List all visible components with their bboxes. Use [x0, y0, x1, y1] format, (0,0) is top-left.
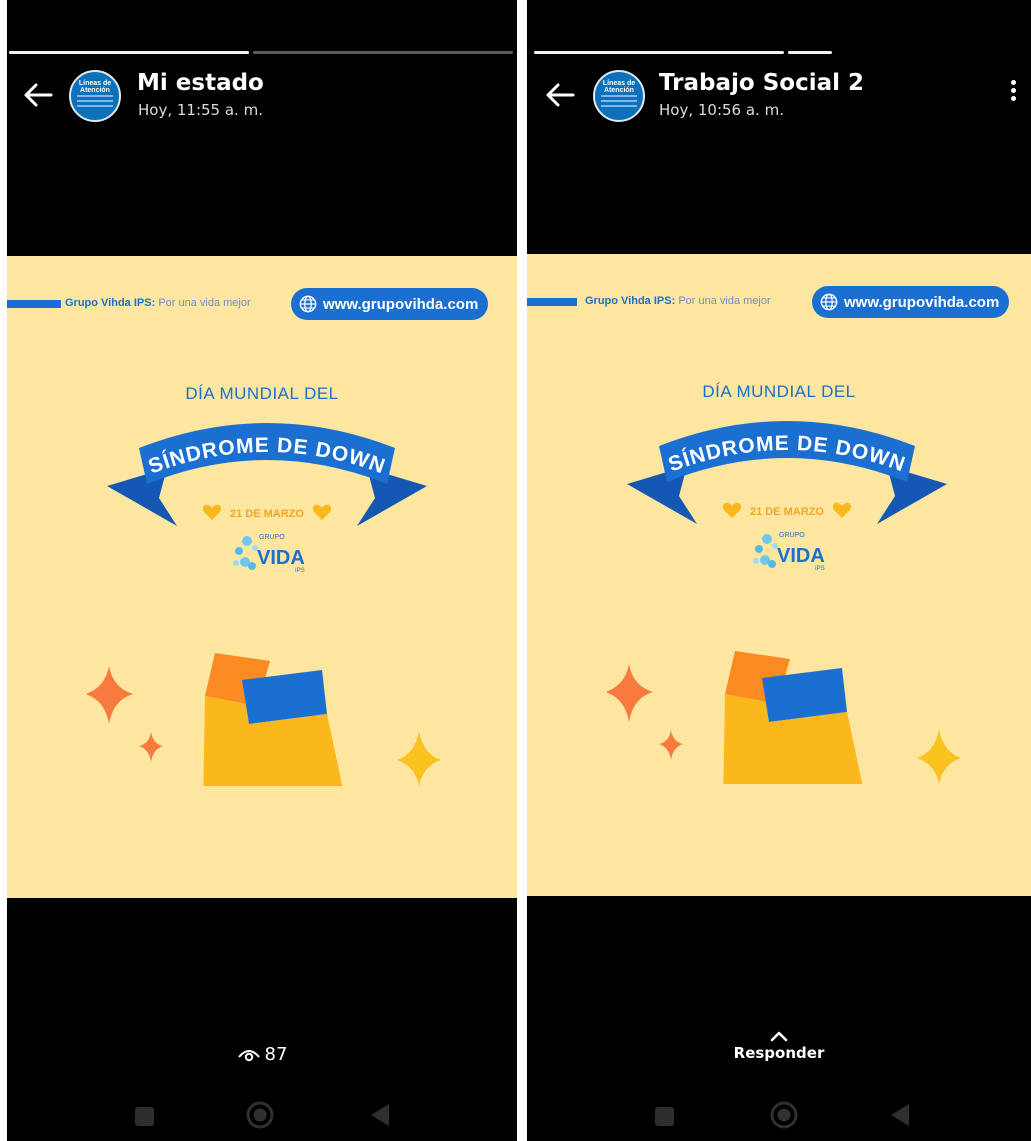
heart-icon — [832, 502, 852, 518]
status-time: Hoy, 11:55 a. m. — [138, 101, 263, 119]
vida-logo: GRUPO VIDA IPS — [233, 534, 305, 574]
sock-blue-illustration — [762, 668, 863, 784]
poster-heading: DÍA MUNDIAL DEL — [702, 382, 856, 401]
heart-icon — [202, 504, 222, 520]
url-text: www.grupovihda.com — [323, 295, 479, 313]
sparkle-icon — [659, 730, 683, 760]
more-vert-icon[interactable] — [1009, 80, 1017, 104]
avatar[interactable]: Líneas de Atención — [593, 70, 645, 122]
chevron-up-icon — [770, 1031, 788, 1042]
url-pill: www.grupovihda.com — [812, 286, 1010, 318]
reply-label: Responder — [733, 1044, 825, 1062]
status-title[interactable]: Trabajo Social 2 — [659, 70, 864, 96]
circle-icon[interactable] — [245, 1100, 275, 1130]
decor-bar — [7, 300, 61, 308]
vida-logo: GRUPO VIDA IPS — [753, 532, 825, 572]
status-progress-segment-1 — [534, 51, 784, 54]
circle-icon[interactable] — [769, 1100, 799, 1130]
svg-text:GRUPO: GRUPO — [779, 532, 805, 539]
sock-blue-illustration — [242, 670, 343, 786]
android-navbar — [527, 1098, 1031, 1130]
reply-button[interactable]: Responder — [527, 1030, 1031, 1062]
sparkle-icon — [917, 729, 961, 784]
views-counter[interactable]: 87 — [7, 1044, 517, 1065]
status-viewer-left: Líneas de Atención Mi estado Hoy, 11:55 … — [7, 0, 517, 1141]
square-icon[interactable] — [135, 1107, 154, 1126]
svg-text:VIDA: VIDA — [257, 547, 305, 569]
views-count: 87 — [264, 1044, 288, 1065]
svg-text:GRUPO: GRUPO — [259, 534, 285, 541]
svg-text:IPS: IPS — [815, 566, 825, 572]
globe-icon — [299, 295, 317, 313]
square-icon[interactable] — [655, 1107, 674, 1126]
avatar-text: Líneas de Atención — [78, 80, 112, 94]
globe-icon — [820, 293, 838, 311]
date-text: 21 DE MARZO — [230, 508, 304, 520]
sparkle-icon — [139, 732, 163, 762]
status-image[interactable]: Grupo Vihda IPS: Por una vida mejor www.… — [527, 254, 1031, 896]
status-viewer-right: Líneas de Atención Trabajo Social 2 Hoy,… — [527, 0, 1031, 1141]
status-time: Hoy, 10:56 a. m. — [659, 101, 784, 119]
poster-artwork: SÍNDROME DE DOWN 21 DE MARZO GRUPO VIDA … — [607, 421, 961, 784]
arrow-left-icon[interactable] — [21, 80, 57, 110]
sparkle-icon — [607, 664, 653, 722]
avatar-text: Líneas de Atención — [602, 80, 636, 94]
status-progress-segment-2 — [253, 51, 513, 54]
status-progress-segment-1 — [9, 51, 249, 54]
url-pill: www.grupovihda.com — [291, 288, 489, 320]
status-title[interactable]: Mi estado — [137, 70, 264, 96]
tagline: Grupo Vihda IPS: Por una vida mejor — [65, 297, 251, 309]
date-text: 21 DE MARZO — [750, 506, 824, 518]
svg-text:IPS: IPS — [295, 568, 305, 574]
heart-icon — [722, 502, 742, 518]
android-navbar — [7, 1098, 517, 1130]
eye-icon — [237, 1049, 260, 1061]
avatar[interactable]: Líneas de Atención — [69, 70, 121, 122]
triangle-back-icon[interactable] — [369, 1102, 393, 1128]
triangle-back-icon[interactable] — [889, 1102, 913, 1128]
svg-text:VIDA: VIDA — [777, 545, 825, 567]
sparkle-icon — [87, 666, 133, 724]
poster-heading: DÍA MUNDIAL DEL — [185, 384, 339, 403]
status-progress-segment-2 — [788, 51, 832, 54]
url-text: www.grupovihda.com — [844, 293, 1000, 311]
arrow-left-icon[interactable] — [543, 80, 579, 110]
decor-bar — [527, 298, 577, 306]
tagline: Grupo Vihda IPS: Por una vida mejor — [585, 295, 771, 307]
status-image[interactable]: Grupo Vihda IPS: Por una vida mejor www.… — [7, 256, 517, 898]
sparkle-icon — [397, 731, 441, 786]
poster-artwork: SÍNDROME DE DOWN 21 DE MARZO GRUPO VIDA … — [87, 423, 441, 786]
heart-icon — [312, 504, 332, 520]
